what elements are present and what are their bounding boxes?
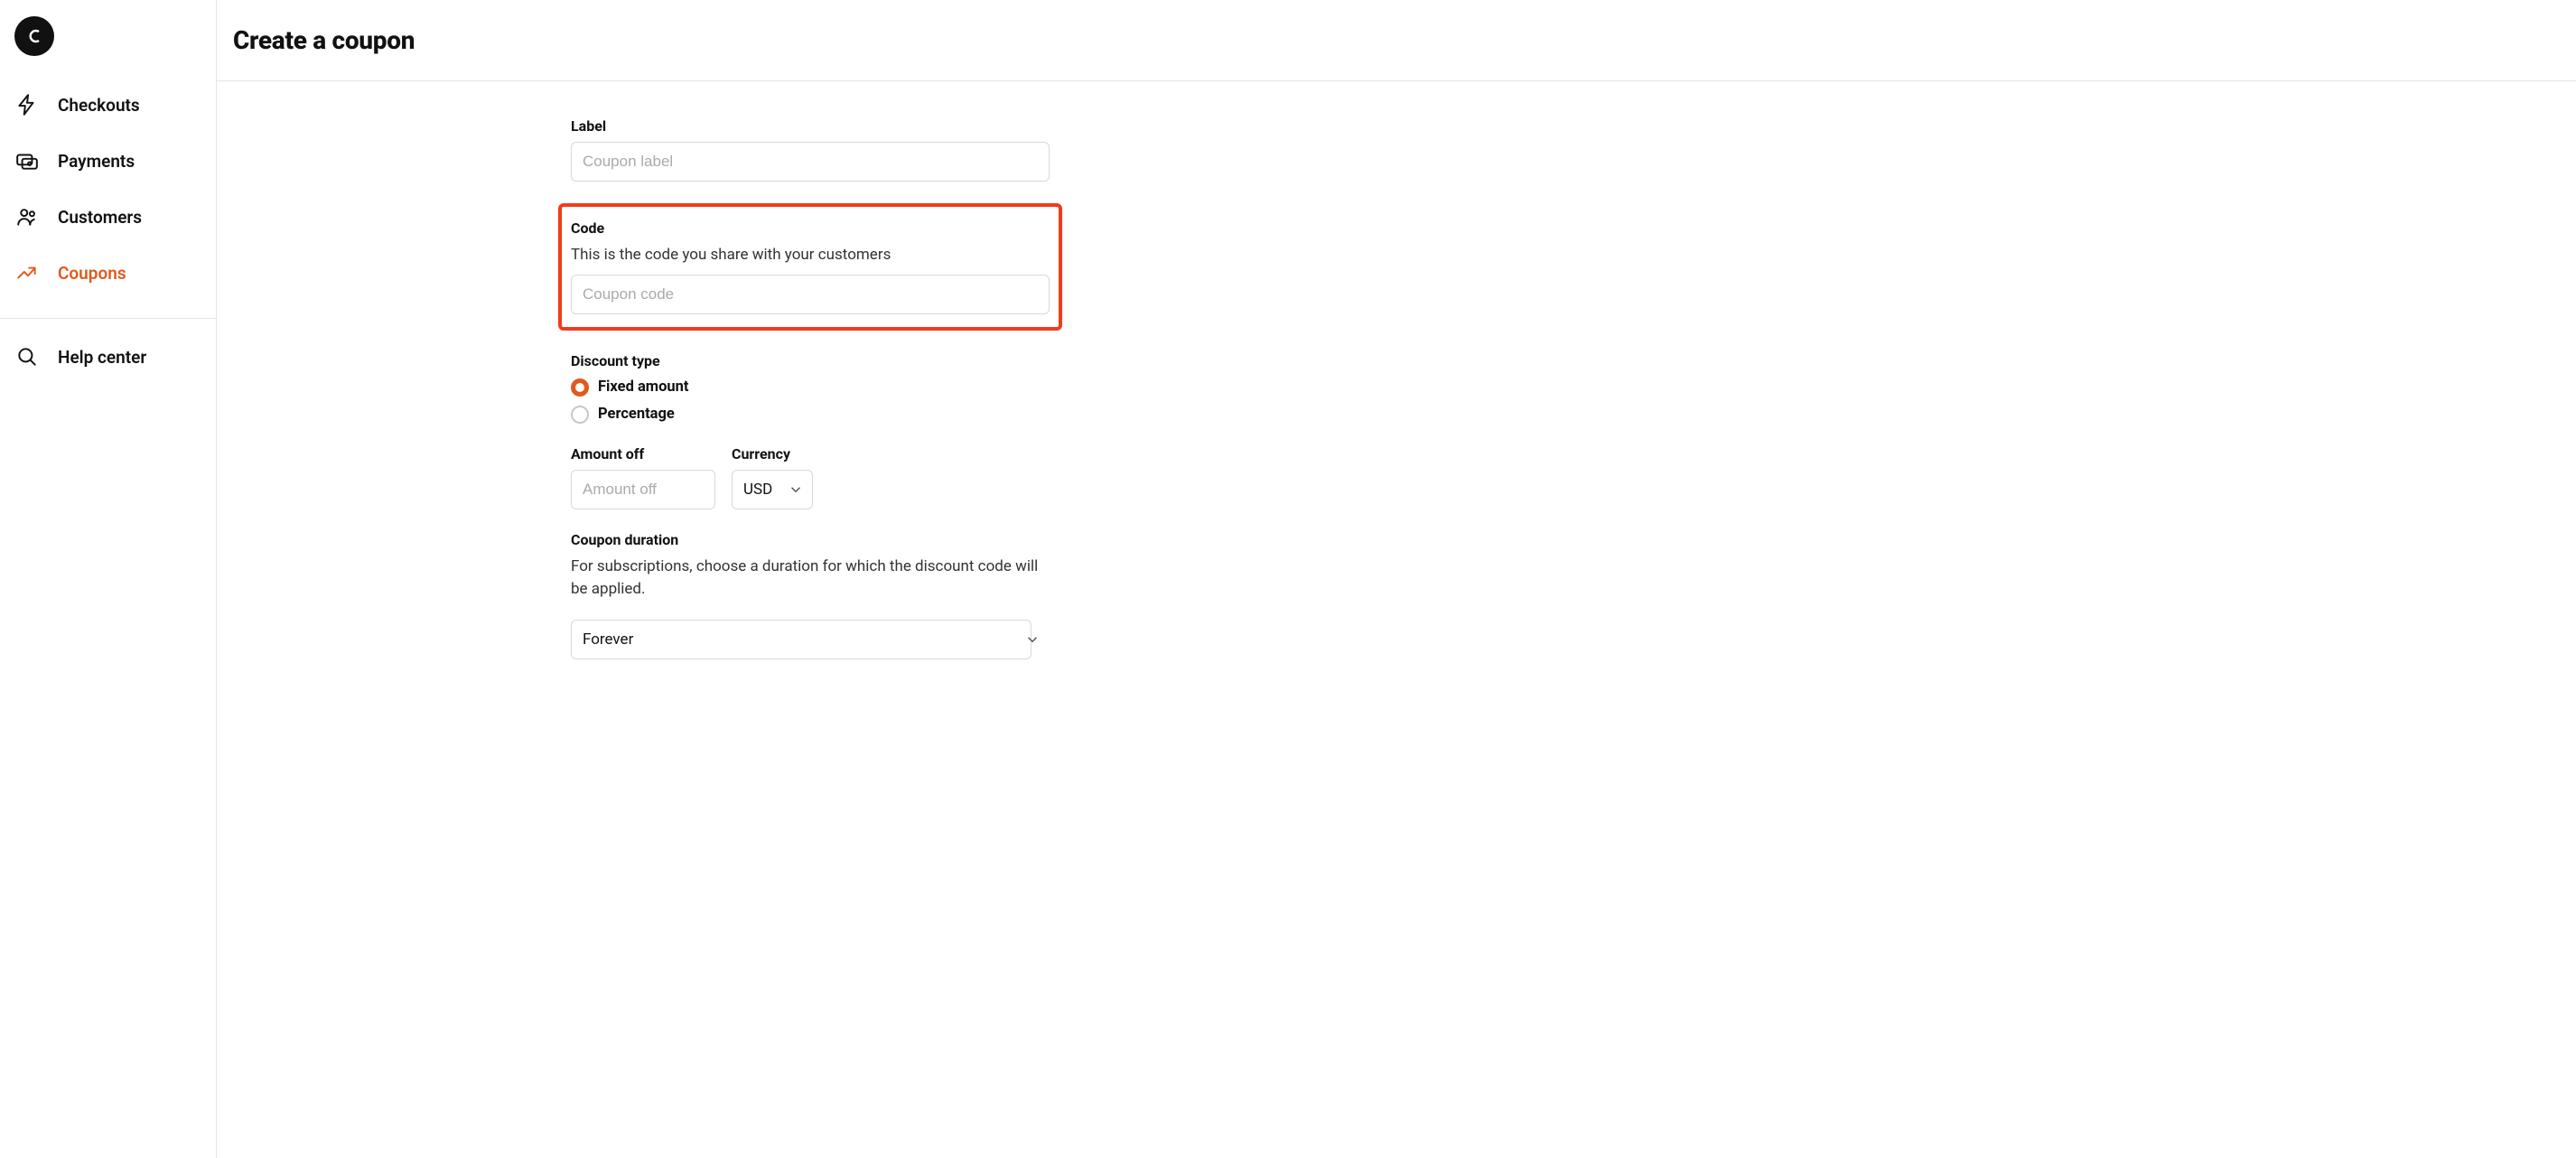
page-header: Create a coupon [217,0,2576,81]
code-input[interactable] [571,275,1050,314]
sidebar-item-label: Coupons [58,263,126,284]
radio-indicator [571,406,589,424]
page-title: Create a coupon [233,25,2560,55]
field-amount-currency: Amount off Currency USD [571,445,1050,509]
sidebar-item-label: Help center [58,347,146,368]
field-help: This is the code you share with your cus… [571,244,1050,267]
search-icon [14,344,40,369]
field-title: Coupon duration [571,531,1050,548]
sidebar-item-label: Payments [58,151,135,172]
logo-icon [14,16,54,56]
sidebar-item-payments[interactable]: Payments [14,148,201,173]
radio-label: Fixed amount [598,378,688,396]
duration-value: Forever [583,630,633,649]
bolt-icon [14,92,40,117]
logo [0,0,216,92]
nav: Checkouts Payments Customers Coupons [0,92,216,285]
discount-type-radio-group: Fixed amount Percentage [571,378,1050,424]
trend-up-icon [14,260,40,285]
radio-label: Percentage [598,406,675,423]
main: Create a coupon Label Code This is the c… [217,0,2576,1158]
duration-select[interactable]: Forever [571,620,1031,659]
sidebar-divider [0,318,216,319]
form-area: Label Code This is the code you share wi… [217,81,2576,714]
sidebar: Checkouts Payments Customers Coupons [0,0,217,1158]
sidebar-item-label: Customers [58,207,142,228]
sidebar-item-coupons[interactable]: Coupons [14,260,201,285]
field-title: Amount off [571,445,715,462]
amount-off-input[interactable] [571,470,715,509]
field-label: Label [571,117,1050,182]
field-code-highlight: Code This is the code you share with you… [558,203,1062,331]
cash-icon [14,148,40,173]
currency-value: USD [743,481,772,499]
sidebar-item-checkouts[interactable]: Checkouts [14,92,201,117]
users-icon [14,204,40,229]
radio-fixed-amount[interactable]: Fixed amount [571,378,1050,397]
radio-percentage[interactable]: Percentage [571,406,1050,424]
label-input[interactable] [571,142,1050,182]
field-discount-type: Discount type Fixed amount Percentage [571,352,1050,424]
field-title: Label [571,117,1050,135]
sidebar-item-help[interactable]: Help center [14,344,201,369]
field-help: For subscriptions, choose a duration for… [571,556,1041,602]
sidebar-item-customers[interactable]: Customers [14,204,201,229]
radio-indicator [571,378,589,397]
nav-secondary: Help center [0,344,216,369]
sidebar-item-label: Checkouts [58,95,140,116]
field-title: Currency [732,445,813,462]
field-currency: Currency USD [732,445,813,509]
field-title: Discount type [571,352,1050,369]
field-amount-off: Amount off [571,445,715,509]
currency-select[interactable]: USD [732,470,813,509]
field-title: Code [571,219,1050,237]
field-coupon-duration: Coupon duration For subscriptions, choos… [571,531,1050,659]
